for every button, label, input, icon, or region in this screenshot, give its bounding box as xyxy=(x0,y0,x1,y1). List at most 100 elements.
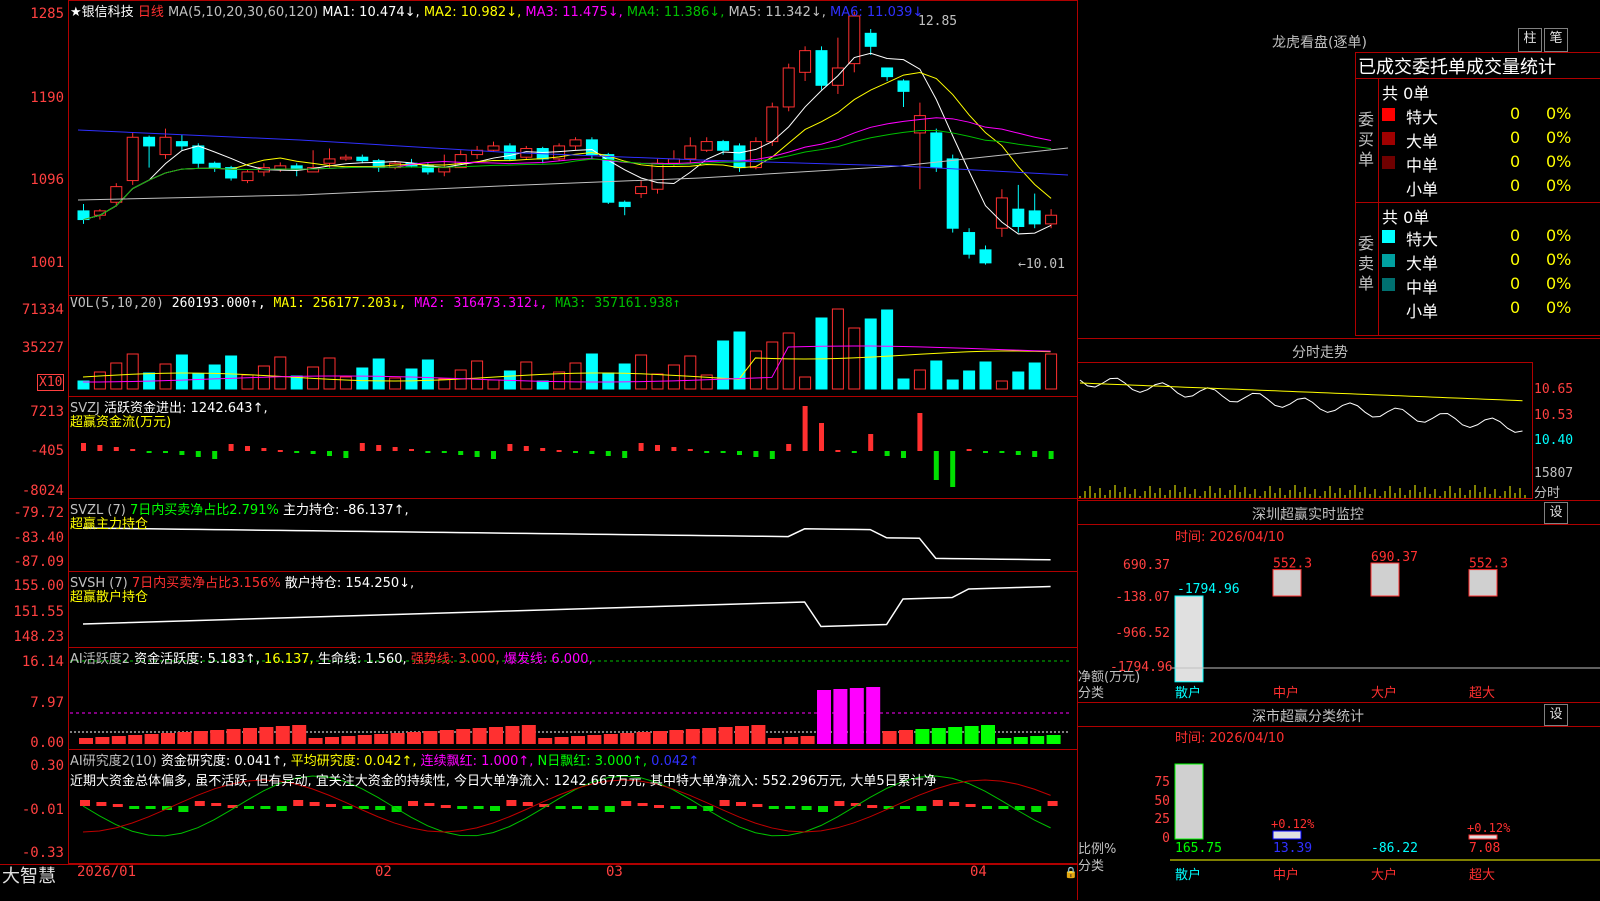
flow-bar xyxy=(146,451,152,453)
flow-bar xyxy=(819,423,824,451)
flow-bar xyxy=(1032,451,1038,457)
main-holding-line xyxy=(82,527,1051,561)
candle-body xyxy=(700,141,713,151)
star-icon[interactable]: ★ xyxy=(70,5,82,20)
order-color-icon xyxy=(1382,278,1395,291)
flow-bar xyxy=(737,451,742,455)
research-bar xyxy=(965,804,976,807)
research-bar xyxy=(982,806,992,809)
research-bar xyxy=(686,806,697,809)
activity-bar xyxy=(489,727,503,744)
activity-bar xyxy=(275,726,290,744)
monitor-category: 散户 xyxy=(1175,686,1202,701)
flow-bar xyxy=(605,451,611,456)
research-bar xyxy=(785,806,796,809)
ma1-value: MA1: 10.474↓, xyxy=(322,5,420,20)
ai2-value5: 0.042↑ xyxy=(651,754,700,769)
flow-bar xyxy=(540,448,546,451)
svzl-ratio: 7日内买卖净占比2.791% xyxy=(129,503,279,518)
flow-bar xyxy=(441,451,447,453)
divider xyxy=(1077,702,1600,703)
column-mode-button[interactable]: 柱 xyxy=(1518,28,1542,52)
ai1-header: AI活跃度2 资金活跃度: 5.183↑, 16.137, 生命线: 1.560… xyxy=(70,648,593,667)
volume-bar xyxy=(930,360,943,390)
flow-bar xyxy=(277,450,283,452)
research-bar xyxy=(932,800,943,806)
research-bar xyxy=(637,803,648,806)
volume-bar xyxy=(602,372,615,390)
monitor-title: 深圳超赢实时监控 xyxy=(1252,507,1364,523)
flow-bar xyxy=(720,451,726,453)
candle-body xyxy=(995,197,1008,229)
volume-bar xyxy=(438,378,451,390)
volume-bar xyxy=(831,308,844,390)
research-bar xyxy=(96,802,107,806)
ma5-value: MA5: 11.342↓, xyxy=(728,5,826,20)
ai2-comment: 近期大资金总体偏多, 虽不活跃, 但有异动, 宜关注大资金的持续性, 今日大单净… xyxy=(70,774,937,789)
flow-bar xyxy=(671,447,677,451)
period-label[interactable]: 日线 xyxy=(138,5,164,20)
flow-bar xyxy=(1048,451,1054,459)
candle-body xyxy=(766,106,779,143)
volume-bar xyxy=(110,362,123,390)
lock-icon[interactable]: 🔒 xyxy=(1064,866,1078,879)
volume-bar xyxy=(864,318,877,390)
candle-body xyxy=(733,145,746,169)
research-bar xyxy=(621,801,632,806)
research-bar xyxy=(1047,801,1058,806)
flow-bar xyxy=(359,443,365,451)
divider xyxy=(1355,78,1600,79)
activity-bar xyxy=(505,726,520,744)
brand-label: 大智慧 xyxy=(2,866,56,887)
monitor-y-tick: -138.07 xyxy=(1115,590,1170,605)
research-bar xyxy=(867,805,878,808)
order-row: 特大 0 0% xyxy=(1380,226,1600,249)
vol-unit-badge[interactable]: X10 xyxy=(37,374,65,391)
volume-bar xyxy=(782,332,795,390)
research-bar xyxy=(916,806,927,811)
order-pct: 0% xyxy=(1546,128,1572,147)
volume-bar xyxy=(93,371,106,390)
volume-bar xyxy=(946,379,959,390)
divider xyxy=(1077,338,1600,339)
buy-side-label: 委买单 xyxy=(1358,110,1375,169)
intraday-chart[interactable] xyxy=(1077,362,1533,499)
flow-bar xyxy=(638,443,644,451)
volume-bar xyxy=(749,350,762,390)
tick-mode-button[interactable]: 笔 xyxy=(1544,28,1568,52)
research-bar xyxy=(834,801,845,806)
volume-bar xyxy=(569,362,582,390)
activity-bar xyxy=(931,728,946,744)
research-bar xyxy=(326,804,336,807)
activity-bar xyxy=(784,737,799,744)
volume-bar xyxy=(815,317,828,390)
volume-bar xyxy=(225,355,238,390)
order-label: 大单 xyxy=(1406,254,1439,273)
flow-bar xyxy=(343,451,349,458)
x-tick: 04 xyxy=(970,864,987,880)
order-color-icon xyxy=(1382,230,1395,243)
flow-bar xyxy=(491,451,496,459)
volume-bar xyxy=(1045,353,1058,390)
vol-ma3: MA3: 357161.938↑ xyxy=(555,296,681,311)
activity-bar xyxy=(390,733,405,744)
research-bar xyxy=(998,806,1009,809)
y-tick: -405 xyxy=(30,443,64,459)
research-bar xyxy=(473,806,484,809)
volume-bar xyxy=(389,377,402,390)
research-bar xyxy=(194,801,205,806)
volume-bar xyxy=(274,356,287,390)
flow-bar xyxy=(425,451,431,453)
candle-body xyxy=(651,162,664,190)
order-pct: 0% xyxy=(1546,104,1572,123)
flow-bar xyxy=(130,449,136,451)
research-bar xyxy=(490,806,500,811)
activity-bar xyxy=(325,737,339,744)
activity-bar xyxy=(111,736,126,744)
class-xlabel: 分类 xyxy=(1078,859,1105,874)
candle-body xyxy=(831,67,844,86)
activity-bar xyxy=(1046,735,1061,744)
class-settings-button[interactable]: 设 xyxy=(1544,704,1568,726)
order-pct: 0% xyxy=(1546,226,1572,245)
monitor-settings-button[interactable]: 设 xyxy=(1544,502,1568,524)
